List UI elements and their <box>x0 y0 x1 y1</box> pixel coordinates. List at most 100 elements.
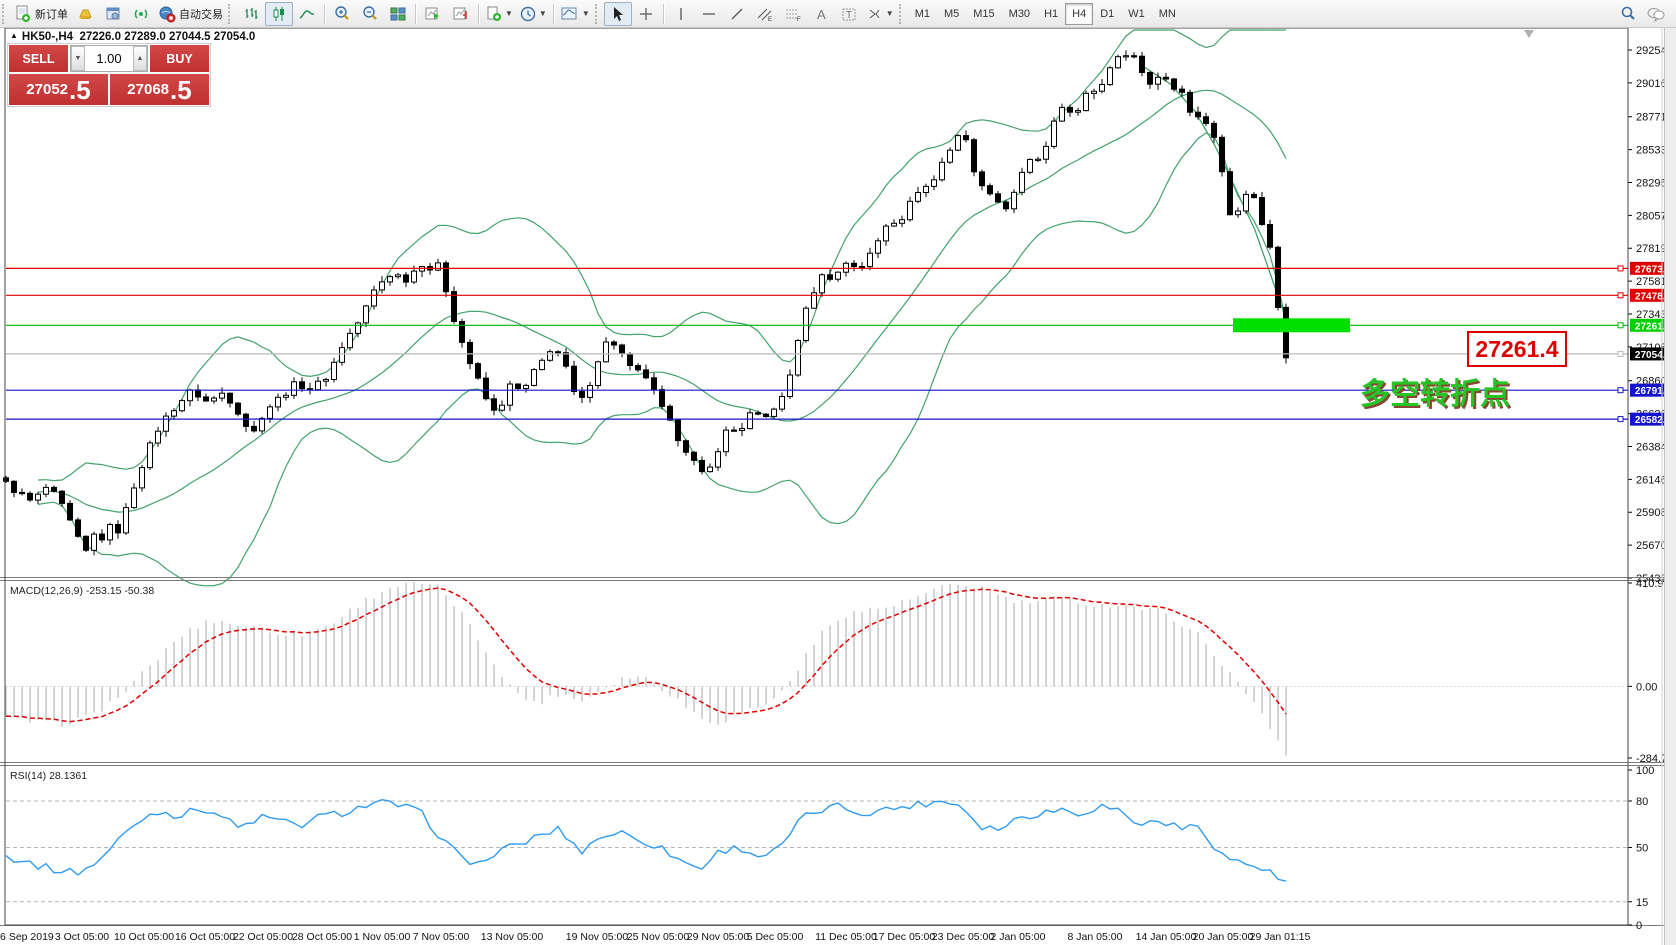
chart-shot-button[interactable] <box>71 2 99 26</box>
signals-button[interactable] <box>127 2 155 26</box>
candle <box>740 429 745 431</box>
candle <box>1268 225 1273 248</box>
candlestick-chart-button[interactable] <box>265 2 293 26</box>
candle <box>852 263 857 266</box>
candle <box>1148 73 1153 85</box>
price-callout[interactable]: 27261.4 <box>1467 331 1567 367</box>
zoom-out-button[interactable] <box>356 2 384 26</box>
time-axis-label: 11 Dec 05:00 <box>815 931 877 943</box>
candle <box>676 420 681 441</box>
crosshair-tool-button[interactable] <box>632 2 660 26</box>
time-axis-label: 8 Jan 05:00 <box>1068 931 1123 943</box>
depth-of-market-button[interactable] <box>99 2 127 26</box>
macd-label: MACD(12,26,9) -253.15 -50.38 <box>10 585 154 597</box>
candle <box>1116 57 1121 68</box>
tab-d1[interactable]: D1 <box>1093 3 1121 25</box>
sell-button[interactable]: SELL <box>9 45 68 72</box>
chat-button[interactable] <box>1642 2 1670 26</box>
bar-chart-button[interactable] <box>237 2 265 26</box>
candle <box>908 201 913 219</box>
cursor-tool-button[interactable] <box>604 2 632 26</box>
buy-button[interactable]: BUY <box>150 45 209 72</box>
line-chart-button[interactable] <box>293 2 321 26</box>
candle <box>84 536 89 550</box>
candle <box>60 491 65 503</box>
zoom-out-icon <box>361 5 379 23</box>
candle <box>1052 121 1057 146</box>
trendline-tool[interactable] <box>723 2 751 26</box>
note-text[interactable]: 多空转折点 <box>1360 369 1510 413</box>
candle <box>524 385 529 388</box>
tab-m30[interactable]: M30 <box>1002 3 1037 25</box>
horizontal-line-tool[interactable] <box>695 2 723 26</box>
candle <box>1196 112 1201 117</box>
collapse-panel-icon[interactable]: ▲ <box>10 31 18 40</box>
candle <box>988 186 993 194</box>
tab-h1[interactable]: H1 <box>1037 3 1065 25</box>
candle <box>620 345 625 354</box>
arrows-tool[interactable]: ▼ <box>863 2 897 26</box>
chart-shift-button[interactable] <box>447 2 475 26</box>
tab-w1[interactable]: W1 <box>1121 3 1152 25</box>
tab-mn[interactable]: MN <box>1152 3 1183 25</box>
candle <box>1044 146 1049 159</box>
tab-h4[interactable]: H4 <box>1065 3 1093 25</box>
new-order-button[interactable]: 新订单 <box>11 2 71 26</box>
text-tool[interactable]: A <box>807 2 835 26</box>
candle <box>932 180 937 187</box>
time-axis-label: 2 Jan 05:00 <box>991 931 1046 943</box>
tile-windows-button[interactable] <box>384 2 412 26</box>
channel-tool[interactable]: E <box>751 2 779 26</box>
horizontal-line-icon <box>701 6 717 22</box>
vertical-line-tool[interactable] <box>667 2 695 26</box>
templates-button[interactable]: ▼ <box>557 2 593 26</box>
candle <box>1252 194 1257 197</box>
candle <box>108 525 113 540</box>
auto-scroll-button[interactable] <box>419 2 447 26</box>
tab-m5[interactable]: M5 <box>937 3 966 25</box>
candle <box>1220 137 1225 171</box>
toolbar-grip <box>899 4 906 24</box>
candle <box>948 150 953 162</box>
candle <box>1020 172 1025 192</box>
candle <box>1244 194 1249 211</box>
candle <box>1004 202 1009 209</box>
sell-price[interactable]: 27052.5 <box>9 74 108 105</box>
toolbar-separator <box>663 4 664 24</box>
candle <box>308 389 313 390</box>
tab-m1[interactable]: M1 <box>908 3 937 25</box>
zoom-in-button[interactable] <box>328 2 356 26</box>
auto-scroll-icon <box>424 5 442 23</box>
candle <box>820 275 825 293</box>
candle <box>700 461 705 472</box>
new-order-label: 新订单 <box>35 6 68 22</box>
chart-shift-icon <box>452 5 470 23</box>
indicators-button[interactable]: ▼ <box>482 2 516 26</box>
tab-m15[interactable]: M15 <box>966 3 1001 25</box>
candle <box>956 136 961 151</box>
auto-trading-button[interactable]: 自动交易 <box>155 2 226 26</box>
candle <box>644 370 649 378</box>
candle <box>884 226 889 241</box>
buy-price[interactable]: 27068.5 <box>110 74 209 105</box>
time-axis-label: 20 Jan 05:00 <box>1193 931 1254 943</box>
candle <box>444 263 449 292</box>
candle <box>1276 247 1281 307</box>
search-button[interactable] <box>1614 2 1642 26</box>
candle <box>660 390 665 407</box>
candle <box>612 342 617 345</box>
signal-icon <box>132 5 150 23</box>
time-axis-label: 13 Nov 05:00 <box>481 931 544 943</box>
candle <box>172 411 177 416</box>
fibonacci-tool[interactable]: F <box>779 2 807 26</box>
volume-input[interactable] <box>85 50 133 67</box>
candle <box>1100 85 1105 92</box>
candle <box>36 494 41 500</box>
one-click-trading-panel: SELL ▼ ▲ BUY 27052.5 27068.5 <box>8 44 210 106</box>
volume-increase-button[interactable]: ▲ <box>133 46 147 71</box>
profiles-button[interactable]: ▼ <box>516 2 550 26</box>
chart-window[interactable]: 29254.029016.028771.028533.028295.028057… <box>0 28 1676 945</box>
candle <box>212 398 217 401</box>
volume-decrease-button[interactable]: ▼ <box>71 46 85 71</box>
text-label-tool[interactable]: T <box>835 2 863 26</box>
